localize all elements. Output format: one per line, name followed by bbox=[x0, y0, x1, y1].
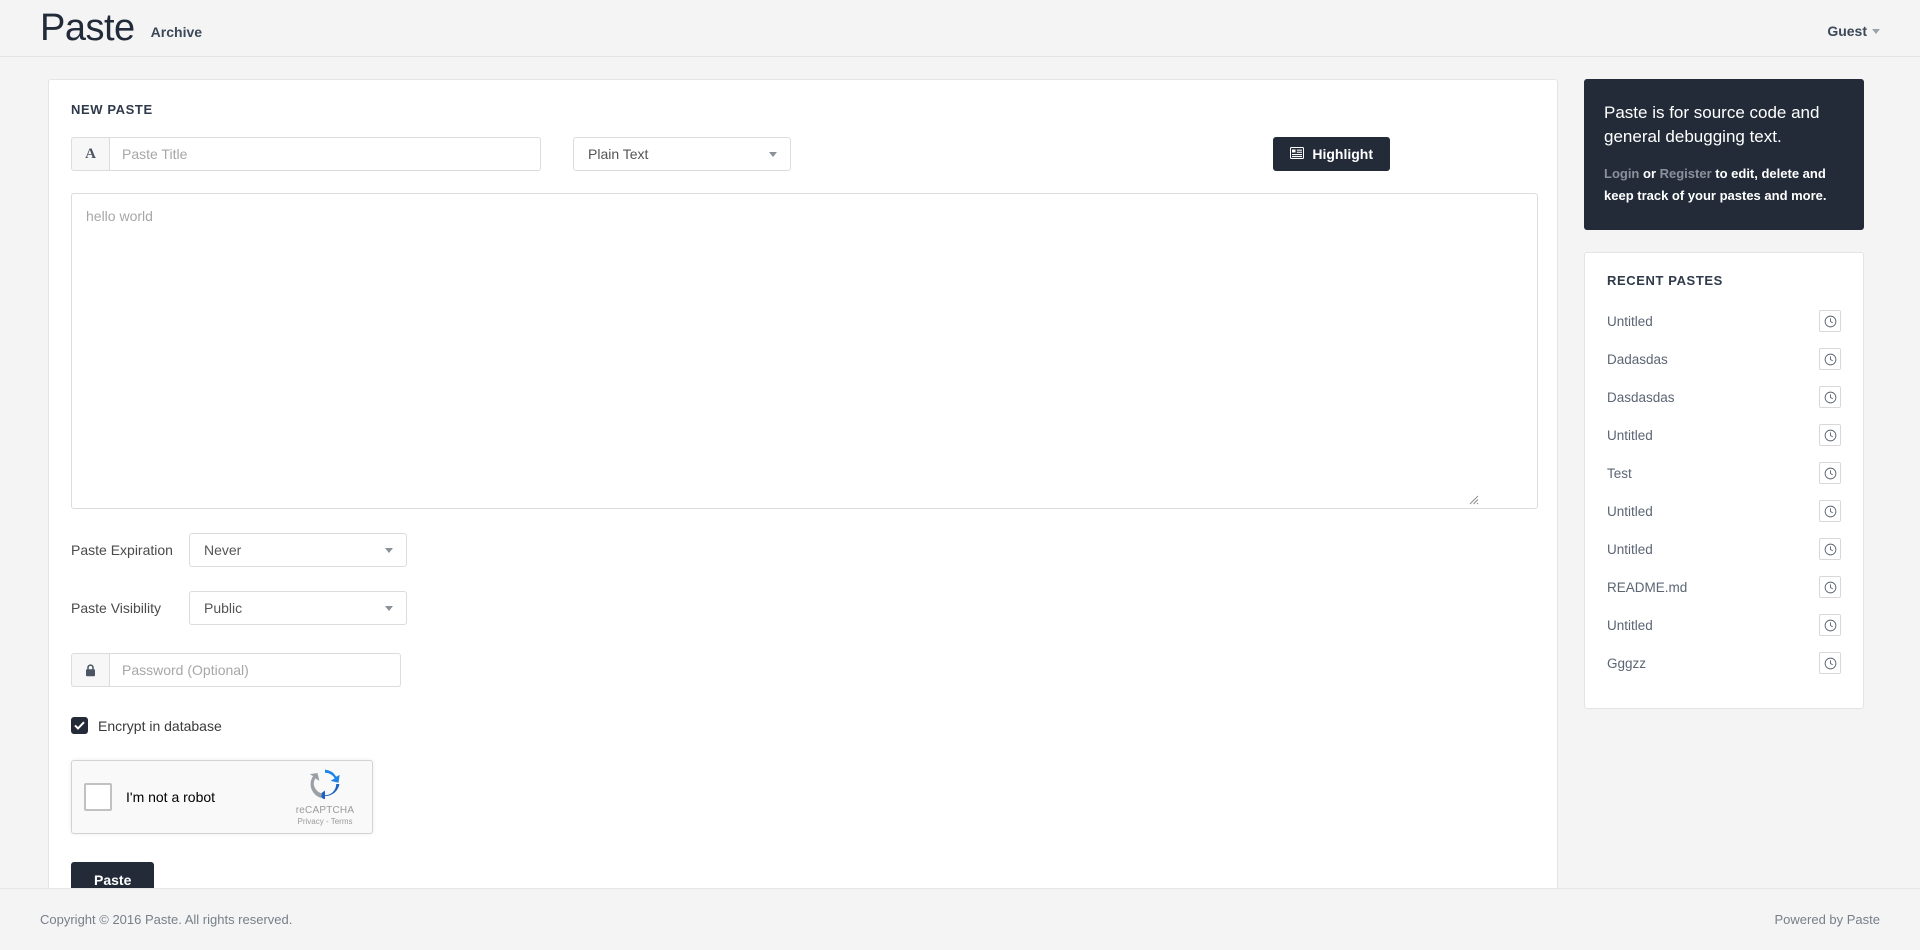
clock-icon[interactable] bbox=[1819, 310, 1841, 333]
font-icon: A bbox=[71, 137, 109, 171]
sidebar: Paste is for source code and general deb… bbox=[1584, 79, 1864, 710]
encrypt-label: Encrypt in database bbox=[98, 717, 222, 734]
promo-subtext: Login or Register to edit, delete and ke… bbox=[1604, 163, 1844, 206]
list-item[interactable]: README.md bbox=[1607, 572, 1841, 602]
list-item[interactable]: Untitled bbox=[1607, 534, 1841, 564]
recent-paste-name[interactable]: Untitled bbox=[1607, 542, 1653, 557]
expiration-label: Paste Expiration bbox=[71, 542, 173, 558]
paste-title-group: A bbox=[71, 137, 541, 171]
code-area-wrap bbox=[71, 193, 1538, 509]
page-footer: Copyright © 2016 Paste. All rights reser… bbox=[0, 888, 1920, 950]
paste-content-textarea[interactable] bbox=[71, 193, 1538, 509]
register-link[interactable]: Register bbox=[1660, 166, 1712, 181]
clock-icon[interactable] bbox=[1819, 614, 1841, 637]
recent-paste-name[interactable]: Untitled bbox=[1607, 504, 1653, 519]
recent-paste-name[interactable]: README.md bbox=[1607, 580, 1687, 595]
visibility-select[interactable]: Public bbox=[189, 591, 407, 625]
user-menu[interactable]: Guest bbox=[1827, 17, 1880, 39]
list-item[interactable]: Dasdasdas bbox=[1607, 382, 1841, 412]
recaptcha-branding: reCAPTCHA Privacy - Terms bbox=[288, 769, 362, 826]
encrypt-checkbox[interactable] bbox=[71, 717, 88, 734]
recaptcha-brand-name: reCAPTCHA bbox=[295, 805, 355, 816]
recent-paste-name[interactable]: Test bbox=[1607, 466, 1632, 481]
password-group bbox=[71, 653, 401, 687]
list-item[interactable]: Untitled bbox=[1607, 496, 1841, 526]
list-alt-icon bbox=[1290, 146, 1305, 162]
recaptcha-label: I'm not a robot bbox=[126, 789, 216, 805]
clock-icon[interactable] bbox=[1819, 538, 1841, 561]
recent-paste-name[interactable]: Untitled bbox=[1607, 618, 1653, 633]
syntax-select-value: Plain Text bbox=[588, 146, 649, 162]
promo-box: Paste is for source code and general deb… bbox=[1584, 79, 1864, 231]
nav-link-archive[interactable]: Archive bbox=[151, 16, 202, 40]
paste-meta-row: A Plain Text Highl bbox=[71, 137, 1535, 171]
encrypt-row: Encrypt in database bbox=[71, 717, 1535, 734]
brand-logo[interactable]: Paste bbox=[40, 9, 135, 47]
visibility-select-value: Public bbox=[204, 600, 243, 616]
top-navbar: Paste Archive Guest bbox=[0, 0, 1920, 57]
expiration-row: Paste Expiration Never bbox=[71, 533, 1535, 567]
list-item[interactable]: Gggzz bbox=[1607, 648, 1841, 678]
recent-pastes-list: Untitled Dadasdas Dasdasdas Untitled Test Unt… bbox=[1607, 306, 1841, 678]
paste-title-input[interactable] bbox=[109, 137, 541, 171]
chevron-down-icon bbox=[1872, 28, 1880, 34]
chevron-down-icon bbox=[385, 606, 393, 611]
clock-icon[interactable] bbox=[1819, 576, 1841, 599]
footer-powered-by: Powered by Paste bbox=[1774, 912, 1880, 927]
login-link[interactable]: Login bbox=[1604, 166, 1639, 181]
chevron-down-icon bbox=[385, 548, 393, 553]
recaptcha-legal-links[interactable]: Privacy - Terms bbox=[288, 817, 362, 826]
highlight-button[interactable]: Highlight bbox=[1273, 137, 1390, 171]
password-input[interactable] bbox=[109, 653, 401, 687]
promo-headline: Paste is for source code and general deb… bbox=[1604, 103, 1820, 147]
recaptcha-checkbox[interactable] bbox=[84, 783, 112, 811]
footer-copyright: Copyright © 2016 Paste. All rights reser… bbox=[40, 912, 293, 927]
clock-icon[interactable] bbox=[1819, 652, 1841, 675]
lock-icon bbox=[71, 653, 109, 687]
list-item[interactable]: Untitled bbox=[1607, 306, 1841, 336]
clock-icon[interactable] bbox=[1819, 348, 1841, 371]
visibility-row: Paste Visibility Public bbox=[71, 591, 1535, 625]
list-item[interactable]: Test bbox=[1607, 458, 1841, 488]
new-paste-card: NEW PASTE A Plain Text bbox=[48, 79, 1558, 925]
syntax-select[interactable]: Plain Text bbox=[573, 137, 791, 171]
clock-icon[interactable] bbox=[1819, 424, 1841, 447]
recent-paste-name[interactable]: Untitled bbox=[1607, 428, 1653, 443]
recaptcha-logo-icon bbox=[288, 769, 362, 804]
clock-icon[interactable] bbox=[1819, 462, 1841, 485]
recaptcha-widget: I'm not a robot reCAPTCHA Privacy - Term… bbox=[71, 760, 373, 834]
expiration-select[interactable]: Never bbox=[189, 533, 407, 567]
clock-icon[interactable] bbox=[1819, 386, 1841, 409]
page-body: NEW PASTE A Plain Text bbox=[0, 57, 1920, 925]
recent-paste-name[interactable]: Gggzz bbox=[1607, 656, 1646, 671]
recent-pastes-panel: RECENT PASTES Untitled Dadasdas Dasdasdas U… bbox=[1584, 252, 1864, 710]
list-item[interactable]: Untitled bbox=[1607, 420, 1841, 450]
highlight-button-label: Highlight bbox=[1312, 146, 1373, 162]
recent-paste-name[interactable]: Dadasdas bbox=[1607, 352, 1668, 367]
clock-icon[interactable] bbox=[1819, 500, 1841, 523]
recent-pastes-title: RECENT PASTES bbox=[1607, 273, 1723, 289]
recent-paste-name[interactable]: Dasdasdas bbox=[1607, 390, 1675, 405]
list-item[interactable]: Dadasdas bbox=[1607, 344, 1841, 374]
promo-or: or bbox=[1639, 166, 1660, 182]
expiration-select-value: Never bbox=[204, 542, 242, 558]
visibility-label: Paste Visibility bbox=[71, 600, 162, 616]
chevron-down-icon bbox=[769, 152, 777, 157]
page-title: NEW PASTE bbox=[71, 102, 153, 117]
recent-paste-name[interactable]: Untitled bbox=[1607, 314, 1653, 329]
user-menu-label: Guest bbox=[1827, 23, 1867, 39]
list-item[interactable]: Untitled bbox=[1607, 610, 1841, 640]
